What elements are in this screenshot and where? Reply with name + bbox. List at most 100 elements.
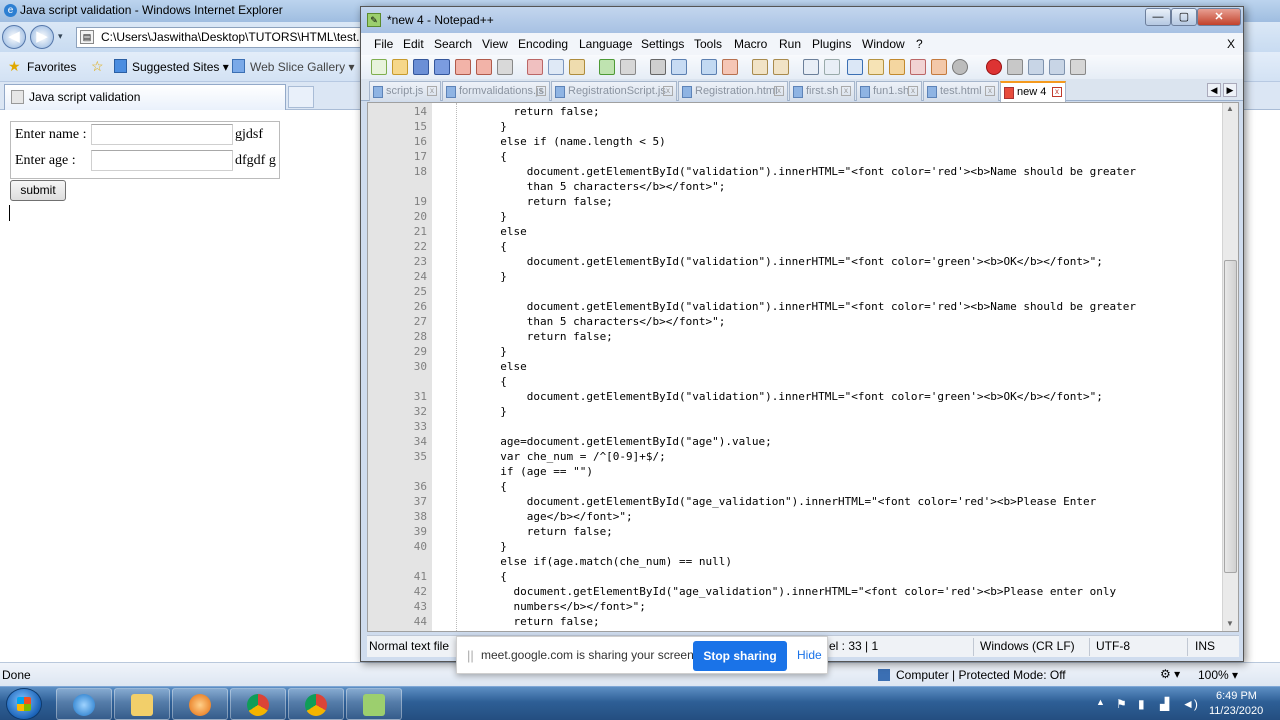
volume-icon[interactable]: ◄) [1182, 697, 1198, 711]
panel-icon[interactable] [952, 59, 968, 75]
zoom-level[interactable]: 100% ▾ [1198, 668, 1238, 682]
tab-close-icon[interactable]: x [1052, 87, 1062, 97]
file-tab[interactable]: RegistrationScript.js x [551, 81, 677, 101]
menu-window[interactable]: Window [862, 37, 905, 51]
taskbar-notepad-plus-plus[interactable] [346, 688, 402, 720]
menu-plugins[interactable]: Plugins [812, 37, 851, 51]
recent-pages-icon[interactable]: ▾ [58, 31, 63, 42]
menu-macro[interactable]: Macro [734, 37, 767, 51]
stop-sharing-button[interactable]: Stop sharing [693, 641, 787, 671]
scrollbar-thumb[interactable] [1224, 260, 1237, 573]
clock-date[interactable]: 11/23/2020 [1209, 705, 1263, 717]
hide-button[interactable]: Hide [797, 648, 822, 662]
file-tab[interactable]: fun1.sh x [856, 81, 922, 101]
close-button[interactable]: ✕ [1197, 8, 1241, 26]
menu-file[interactable]: File [374, 37, 393, 51]
close-all-icon[interactable] [476, 59, 492, 75]
menu-encoding[interactable]: Encoding [518, 37, 568, 51]
save-icon[interactable] [413, 59, 429, 75]
maximize-button[interactable]: ▢ [1171, 8, 1197, 26]
folder-as-workspace-icon[interactable] [868, 59, 884, 75]
tab-scroll-right-icon[interactable]: ▶ [1223, 83, 1237, 97]
indent-guide-icon[interactable] [847, 59, 863, 75]
forward-icon[interactable]: ▶ [30, 25, 54, 49]
file-tab[interactable]: script.js x [369, 81, 441, 101]
menu-view[interactable]: View [482, 37, 508, 51]
sync-vertical-icon[interactable] [752, 59, 768, 75]
add-favorite-icon[interactable]: ☆ [91, 58, 104, 75]
copy-icon[interactable] [548, 59, 564, 75]
action-center-icon[interactable]: ⚑ [1116, 697, 1127, 711]
sync-horizontal-icon[interactable] [773, 59, 789, 75]
run-macro-multiple-icon[interactable] [1049, 59, 1065, 75]
web-slice-gallery-link[interactable]: Web Slice Gallery ▾ [250, 60, 355, 74]
close-file-icon[interactable] [455, 59, 471, 75]
clock-time[interactable]: 6:49 PM [1216, 690, 1257, 702]
open-file-icon[interactable] [392, 59, 408, 75]
power-icon[interactable]: ▮ [1138, 697, 1145, 711]
playback-icon[interactable] [1028, 59, 1044, 75]
file-tab-active[interactable]: new 4 x [1000, 81, 1066, 102]
submit-button[interactable]: submit [10, 180, 66, 201]
new-tab-button[interactable] [288, 86, 314, 108]
taskbar-chrome[interactable] [230, 688, 286, 720]
menu-settings[interactable]: Settings [641, 37, 684, 51]
tab-close-icon[interactable]: x [908, 86, 918, 96]
word-wrap-icon[interactable] [803, 59, 819, 75]
scroll-up-icon[interactable]: ▲ [1226, 104, 1234, 113]
menu-edit[interactable]: Edit [403, 37, 424, 51]
tab-close-icon[interactable]: x [427, 86, 437, 96]
tab-close-icon[interactable]: x [663, 86, 673, 96]
save-all-icon[interactable] [434, 59, 450, 75]
save-macro-icon[interactable] [1070, 59, 1086, 75]
taskbar-chrome[interactable] [288, 688, 344, 720]
network-icon[interactable]: ▟ [1160, 697, 1169, 711]
code-editor[interactable]: 14 15 16 17 18 19 20 21 22 23 24 25 26 27 28 29 30 31 32 33… [367, 102, 1239, 632]
undo-icon[interactable] [599, 59, 615, 75]
paste-icon[interactable] [569, 59, 585, 75]
ie-tab-active[interactable]: Java script validation [4, 84, 286, 110]
tab-close-icon[interactable]: x [774, 86, 784, 96]
cut-icon[interactable] [527, 59, 543, 75]
menu-search[interactable]: Search [434, 37, 472, 51]
zoom-in-icon[interactable] [701, 59, 717, 75]
menu-language[interactable]: Language [579, 37, 632, 51]
show-hidden-icons-icon[interactable]: ▲ [1096, 697, 1105, 707]
document-map-icon[interactable] [889, 59, 905, 75]
address-bar[interactable]: C:\Users\Jaswitha\Desktop\TUTORS\HTML\te… [76, 27, 366, 48]
favorites-star-icon[interactable]: ★ [8, 58, 21, 75]
start-button[interactable] [6, 688, 42, 720]
tab-close-icon[interactable]: x [536, 86, 546, 96]
tab-scroll-left-icon[interactable]: ◀ [1207, 83, 1221, 97]
drag-handle-icon[interactable]: || [467, 648, 474, 663]
back-icon[interactable]: ◀ [2, 25, 26, 49]
show-all-characters-icon[interactable] [824, 59, 840, 75]
menu-run[interactable]: Run [779, 37, 801, 51]
taskbar-media-player[interactable] [172, 688, 228, 720]
replace-icon[interactable] [671, 59, 687, 75]
zoom-out-icon[interactable] [722, 59, 738, 75]
stop-recording-icon[interactable] [1007, 59, 1023, 75]
tab-close-icon[interactable]: x [985, 86, 995, 96]
taskbar-internet-explorer[interactable] [56, 688, 112, 720]
monitoring-icon[interactable] [931, 59, 947, 75]
vertical-scrollbar[interactable]: ▲ ▼ [1222, 103, 1238, 631]
file-tab[interactable]: test.html x [923, 81, 999, 101]
suggested-sites-link[interactable]: Suggested Sites ▾ [132, 60, 229, 74]
settings-icon[interactable]: ⚙ ▾ [1160, 667, 1180, 681]
security-zone[interactable]: Computer | Protected Mode: Off [896, 668, 1066, 682]
tab-close-icon[interactable]: x [841, 86, 851, 96]
minimize-button[interactable]: — [1145, 8, 1171, 26]
menu-tools[interactable]: Tools [694, 37, 722, 51]
file-tab[interactable]: first.sh x [789, 81, 855, 101]
name-input[interactable] [91, 124, 233, 145]
print-icon[interactable] [497, 59, 513, 75]
function-list-icon[interactable] [910, 59, 926, 75]
favorites-button[interactable]: Favorites [27, 60, 76, 74]
age-input[interactable] [91, 150, 233, 171]
redo-icon[interactable] [620, 59, 636, 75]
file-tab[interactable]: Registration.html x [678, 81, 788, 101]
menu-help[interactable]: ? [916, 37, 923, 51]
close-document-icon[interactable]: X [1227, 37, 1235, 51]
file-tab[interactable]: formvalidations.js x [442, 81, 550, 101]
